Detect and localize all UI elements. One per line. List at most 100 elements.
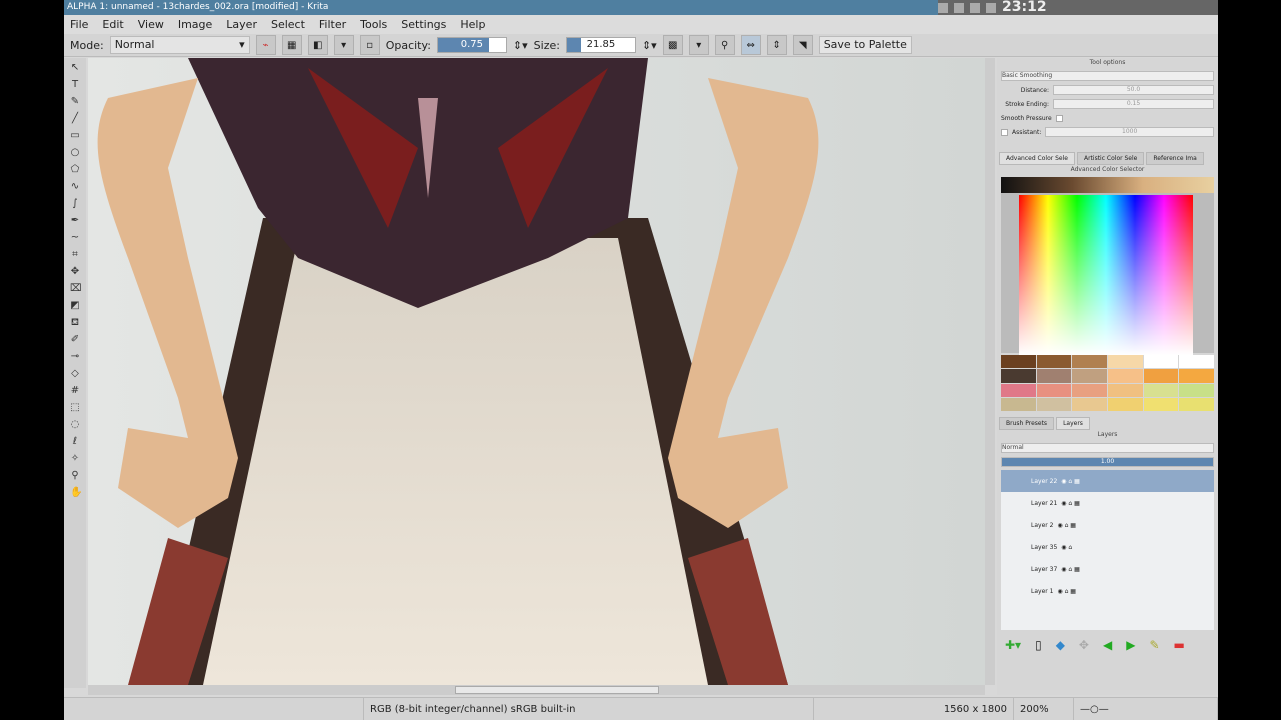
- brush-preset-button[interactable]: ▦: [281, 35, 302, 55]
- tab-advanced-color[interactable]: Advanced Color Sele: [999, 152, 1075, 165]
- transform-tool-icon[interactable]: ⌗: [70, 249, 80, 261]
- color-swatch[interactable]: [1143, 355, 1179, 369]
- layer-item[interactable]: Layer 21 ◉ ⌂ ▦: [1001, 492, 1214, 514]
- opacity-slider[interactable]: 0.75: [436, 37, 507, 53]
- rect-select-icon[interactable]: ⬚: [70, 402, 80, 414]
- menu-tools[interactable]: Tools: [360, 18, 387, 31]
- color-swatch[interactable]: [1143, 383, 1179, 397]
- tab-brush-presets[interactable]: Brush Presets: [999, 417, 1055, 430]
- freehand-path-icon[interactable]: ∫: [70, 198, 80, 210]
- spin-icon[interactable]: ⇕▾: [642, 39, 657, 52]
- menu-filter[interactable]: Filter: [319, 18, 346, 31]
- move-tool-icon[interactable]: ✥: [70, 266, 80, 278]
- assistant-field[interactable]: 1000: [1045, 127, 1214, 137]
- menu-layer[interactable]: Layer: [226, 18, 257, 31]
- menu-edit[interactable]: Edit: [102, 18, 123, 31]
- color-swatch[interactable]: [1001, 383, 1036, 397]
- horizontal-scrollbar[interactable]: [88, 685, 985, 695]
- spin-icon[interactable]: ⇕▾: [513, 39, 528, 52]
- layer-item[interactable]: Layer 37 ◉ ⌂ ▦: [1001, 558, 1214, 580]
- color-swatch[interactable]: [1072, 369, 1107, 383]
- ellipse-select-icon[interactable]: ◌: [70, 419, 80, 431]
- duplicate-layer-icon[interactable]: ▯: [1035, 638, 1042, 652]
- visibility-icon[interactable]: ◉ ⌂: [1061, 544, 1072, 551]
- mirror-vertical-button[interactable]: ⇕: [766, 35, 787, 55]
- visibility-icon[interactable]: ◉ ⌂ ▦: [1057, 588, 1076, 595]
- visibility-icon[interactable]: ◉ ⌂ ▦: [1057, 522, 1076, 529]
- save-to-palette-button[interactable]: Save to Palette: [818, 36, 912, 54]
- color-swatch[interactable]: [1179, 355, 1214, 369]
- text-tool-icon[interactable]: T: [70, 79, 80, 91]
- stroke-ending-field[interactable]: 0.15: [1053, 99, 1214, 109]
- color-swatch[interactable]: [1143, 369, 1179, 383]
- menu-help[interactable]: Help: [460, 18, 485, 31]
- smoothing-select[interactable]: Basic Smoothing: [1001, 71, 1214, 81]
- properties-icon[interactable]: ◆: [1056, 638, 1065, 652]
- eraser-mode-button[interactable]: ⌁: [255, 35, 276, 55]
- color-swatch[interactable]: [1179, 397, 1214, 411]
- color-history-bar[interactable]: [1001, 177, 1214, 193]
- tab-reference[interactable]: Reference Ima: [1146, 152, 1204, 165]
- select-tool-icon[interactable]: ↖: [70, 62, 80, 74]
- layer-opacity-slider[interactable]: 1.00: [1001, 457, 1214, 467]
- lasso-icon[interactable]: ℓ: [70, 436, 80, 448]
- calligraphy-icon[interactable]: ✒: [70, 215, 80, 227]
- grid-tool-icon[interactable]: #: [70, 385, 80, 397]
- move-up-icon[interactable]: ◀: [1103, 638, 1112, 652]
- zoom-slider[interactable]: —○—: [1074, 698, 1218, 720]
- edit-icon[interactable]: ✎: [1149, 638, 1159, 652]
- ellipse-tool-icon[interactable]: ○: [70, 147, 80, 159]
- menu-settings[interactable]: Settings: [401, 18, 446, 31]
- visibility-icon[interactable]: ◉ ⌂ ▦: [1061, 478, 1080, 485]
- tray-icon[interactable]: [986, 2, 996, 13]
- layer-item[interactable]: Layer 22 ◉ ⌂ ▦: [1001, 470, 1214, 492]
- color-swatch[interactable]: [1036, 355, 1072, 369]
- color-swatch[interactable]: [1108, 383, 1143, 397]
- add-layer-icon[interactable]: ✚▾: [1005, 638, 1021, 652]
- mirror-horizontal-button[interactable]: ⇔: [740, 35, 761, 55]
- pattern-select-button[interactable]: ▩: [662, 35, 683, 55]
- layer-item[interactable]: Layer 1 ◉ ⌂ ▦: [1001, 580, 1214, 602]
- smooth-pressure-checkbox[interactable]: [1055, 114, 1063, 122]
- delete-layer-icon[interactable]: ▬: [1174, 638, 1185, 652]
- visibility-icon[interactable]: ◉ ⌂ ▦: [1061, 500, 1080, 507]
- pan-tool-icon[interactable]: ✋: [70, 487, 82, 499]
- mode-select[interactable]: Normal ▾: [109, 36, 250, 54]
- menu-select[interactable]: Select: [271, 18, 305, 31]
- color-swatch[interactable]: [1036, 397, 1072, 411]
- distance-field[interactable]: 50.0: [1053, 85, 1214, 95]
- palette-icon[interactable]: ◥: [792, 35, 813, 55]
- color-swatch[interactable]: [1036, 369, 1072, 383]
- color-swatch[interactable]: [1072, 397, 1107, 411]
- color-swatch[interactable]: [1108, 369, 1143, 383]
- tray-icon[interactable]: [970, 2, 980, 13]
- color-swatch[interactable]: [1179, 383, 1214, 397]
- layer-item[interactable]: Layer 35 ◉ ⌂: [1001, 536, 1214, 558]
- tab-layers[interactable]: Layers: [1056, 417, 1090, 430]
- assistant-tool-icon[interactable]: ◇: [70, 368, 80, 380]
- polygon-tool-icon[interactable]: ⬠: [70, 164, 80, 176]
- color-swatch[interactable]: [1001, 355, 1036, 369]
- color-swatch[interactable]: [1072, 355, 1107, 369]
- canvas[interactable]: [88, 58, 985, 685]
- color-swatch[interactable]: [1001, 369, 1036, 383]
- color-swatch[interactable]: [1001, 397, 1036, 411]
- size-slider[interactable]: 21.85: [565, 37, 636, 53]
- color-swatch[interactable]: [1036, 383, 1072, 397]
- tray-icon[interactable]: [938, 2, 948, 13]
- magic-wand-icon[interactable]: ✧: [70, 453, 80, 465]
- dyna-icon[interactable]: ~: [70, 232, 80, 244]
- path-tool-icon[interactable]: ∿: [70, 181, 80, 193]
- brush-icon[interactable]: ⚲: [714, 35, 735, 55]
- tray-icon[interactable]: [954, 2, 964, 13]
- brush-tool-icon[interactable]: ✎: [70, 96, 80, 108]
- color-spectrum[interactable]: [1019, 195, 1193, 355]
- color-picker-icon[interactable]: ✐: [70, 334, 80, 346]
- pattern-button[interactable]: ▫: [359, 35, 380, 55]
- scroll-thumb[interactable]: [455, 686, 659, 694]
- color-swatch[interactable]: [1143, 397, 1179, 411]
- assistant-checkbox[interactable]: [1001, 128, 1008, 136]
- menu-file[interactable]: File: [70, 18, 88, 31]
- color-select-button[interactable]: ▾: [688, 35, 709, 55]
- menu-image[interactable]: Image: [178, 18, 212, 31]
